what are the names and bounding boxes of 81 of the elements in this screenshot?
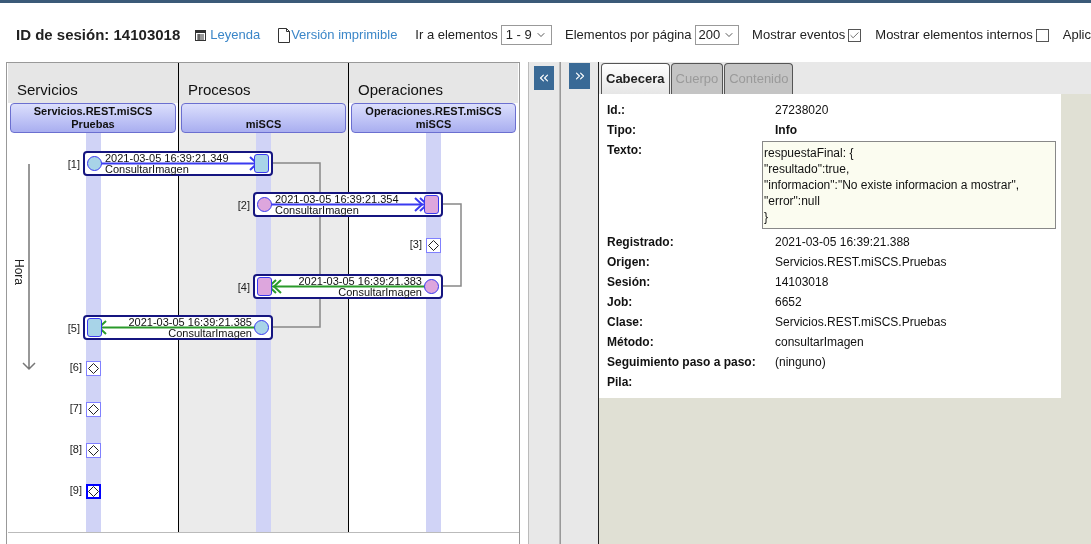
message-endpoint bbox=[254, 154, 269, 173]
field-label: Seguimiento paso a paso: bbox=[607, 354, 757, 371]
message-time: 2021-03-05 16:39:21.354 bbox=[275, 194, 399, 205]
message-index: [5] bbox=[67, 322, 80, 334]
expand-button[interactable] bbox=[569, 63, 590, 89]
lane-header: Operaciones.REST.miSCS miSCS bbox=[351, 103, 516, 133]
message-index: [2] bbox=[237, 199, 250, 211]
field-label: Sesión: bbox=[607, 274, 652, 291]
event-index: [3] bbox=[409, 238, 422, 250]
checkbox[interactable] bbox=[1035, 28, 1049, 42]
field-label: Origen: bbox=[607, 254, 651, 271]
field-label: Registrado: bbox=[607, 234, 675, 251]
field-label: Texto: bbox=[607, 142, 644, 159]
lane-header: miSCS bbox=[181, 103, 346, 133]
lane-group-title: Servicios bbox=[17, 79, 78, 100]
lane-group-title: Operaciones bbox=[358, 79, 444, 100]
collapse-button[interactable] bbox=[534, 66, 554, 90]
message-endpoint bbox=[257, 277, 272, 296]
field-label: Id.: bbox=[607, 102, 626, 119]
link[interactable]: Versión imprimible bbox=[278, 25, 398, 45]
message-label: ConsultarImagen bbox=[168, 328, 252, 339]
event-marker[interactable] bbox=[426, 238, 441, 253]
field-value: Servicios.REST.miSCS.Pruebas bbox=[775, 254, 947, 271]
message-endpoint bbox=[424, 195, 439, 214]
message-box[interactable]: 2021-03-05 16:39:21.349 ConsultarImagen bbox=[83, 151, 273, 176]
field-value: 14103018 bbox=[775, 274, 829, 291]
field-value: (ninguno) bbox=[775, 354, 826, 371]
field-value: Info bbox=[775, 122, 797, 139]
event-marker[interactable] bbox=[86, 484, 101, 499]
lane-group-title: Procesos bbox=[188, 79, 251, 100]
diamond-icon bbox=[88, 363, 99, 374]
event-marker[interactable] bbox=[86, 402, 101, 417]
field-value: Servicios.REST.miSCS.Pruebas bbox=[775, 314, 947, 331]
goto-label: Ir a elementos bbox=[415, 26, 498, 45]
toolbar-label: Aplic bbox=[1062, 26, 1091, 45]
message-endpoint bbox=[87, 318, 102, 337]
diamond-icon bbox=[88, 486, 99, 497]
field-value: 2021-03-05 16:39:21.388 bbox=[775, 234, 910, 251]
message-time: 2021-03-05 16:39:21.385 bbox=[128, 317, 252, 328]
field-label: Tipo: bbox=[607, 122, 638, 139]
page-size-label: Elementos por página bbox=[565, 26, 692, 45]
event-index: [6] bbox=[69, 361, 82, 373]
document-icon bbox=[278, 27, 291, 43]
diamond-icon bbox=[88, 445, 99, 456]
message-label: ConsultarImagen bbox=[338, 287, 422, 298]
field-value: consultarImagen bbox=[775, 334, 864, 351]
message-label: ConsultarImagen bbox=[275, 205, 359, 216]
event-index: [8] bbox=[69, 443, 82, 455]
tab[interactable]: Cabecera bbox=[601, 63, 670, 94]
message-label: ConsultarImagen bbox=[105, 164, 189, 175]
message-box[interactable]: 2021-03-05 16:39:21.385 ConsultarImagen bbox=[83, 315, 273, 340]
message-box[interactable]: 2021-03-05 16:39:21.354 ConsultarImagen bbox=[253, 192, 443, 217]
session-id: ID de sesión: 14103018 bbox=[16, 24, 181, 45]
message-index: [1] bbox=[67, 158, 80, 170]
text-block: respuestaFinal: { "resultado":true, "informacion":"No existe informacion a mostrar", "error":null } bbox=[762, 141, 1056, 229]
field-label: Job: bbox=[607, 294, 634, 311]
diamond-icon bbox=[428, 240, 439, 251]
field-value: 27238020 bbox=[775, 102, 829, 119]
checkbox[interactable] bbox=[848, 28, 862, 42]
event-marker[interactable] bbox=[86, 361, 101, 376]
checkbox-label: Mostrar elementos internos bbox=[875, 26, 1033, 45]
message-index: [4] bbox=[237, 281, 250, 293]
message-time: 2021-03-05 16:39:21.349 bbox=[105, 153, 229, 164]
field-label: Método: bbox=[607, 334, 655, 351]
goto-select[interactable]: 1 - 9 bbox=[500, 25, 552, 45]
event-index: [7] bbox=[69, 402, 82, 414]
field-label: Pila: bbox=[607, 374, 634, 391]
lane-header: Servicios.REST.miSCS Pruebas bbox=[10, 103, 176, 133]
page-size-select[interactable]: 200 bbox=[694, 25, 740, 45]
chevrons-left-icon bbox=[537, 71, 551, 85]
checkbox-label: Mostrar eventos bbox=[752, 26, 846, 45]
event-index: [9] bbox=[69, 484, 82, 496]
message-time: 2021-03-05 16:39:21.383 bbox=[298, 276, 422, 287]
link[interactable]: Leyenda bbox=[195, 25, 261, 45]
field-label: Clase: bbox=[607, 314, 645, 331]
table-icon bbox=[195, 29, 207, 41]
message-box[interactable]: 2021-03-05 16:39:21.383 ConsultarImagen bbox=[253, 274, 443, 299]
time-axis-label: Hora bbox=[11, 259, 27, 285]
field-value: 6652 bbox=[775, 294, 802, 311]
event-marker[interactable] bbox=[86, 443, 101, 458]
diamond-icon bbox=[88, 404, 99, 415]
